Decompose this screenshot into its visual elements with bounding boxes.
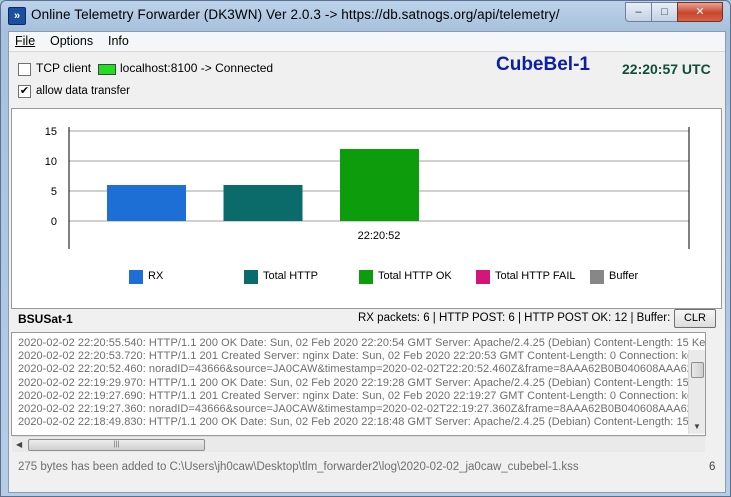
log-line: 2020-02-02 22:19:29.970: HTTP/1.1 200 OK… (18, 376, 706, 389)
y-tick-label: 0 (51, 216, 57, 228)
menu-options[interactable]: Options (50, 34, 93, 48)
menu-info-label: Info (108, 34, 129, 48)
allow-transfer-label: allow data transfer (36, 85, 130, 97)
legend-label: Total HTTP FAIL (495, 270, 576, 282)
log-horizontal-scroll-thumb[interactable]: ||| (28, 439, 205, 451)
maximize-button[interactable]: □ (651, 2, 678, 22)
stats-summary: RX packets: 6 | HTTP POST: 6 | HTTP POST… (358, 312, 680, 324)
x-category-label: 22:20:52 (358, 230, 401, 242)
menu-file[interactable]: File (15, 34, 35, 48)
y-tick-label: 15 (45, 126, 57, 138)
log-horizontal-scrollbar[interactable]: ◀ ||| (12, 436, 705, 452)
legend-label: RX (148, 270, 164, 282)
menu-file-label: File (15, 34, 36, 48)
stats-row: BSUSat-1 RX packets: 6 | HTTP POST: 6 | … (11, 309, 720, 329)
scroll-down-arrow-icon[interactable]: ▼ (693, 422, 701, 431)
window-title: Online Telemetry Forwarder (DK3WN) Ver 2… (31, 7, 560, 22)
legend-label: Total HTTP (263, 270, 319, 282)
bar-rx (107, 185, 186, 221)
log-line: 2020-02-02 22:20:55.540: HTTP/1.1 200 OK… (18, 337, 706, 349)
menu-bar: File Options Info (9, 32, 725, 52)
minimize-button[interactable]: – (625, 2, 652, 22)
chart-panel: 0 5 10 15 22:20:52 RX Total HTTP Total HTTP OK… (11, 108, 722, 309)
y-tick-label: 10 (45, 156, 57, 168)
legend-swatch (129, 270, 143, 284)
y-tick-label: 5 (51, 186, 57, 198)
legend-swatch (590, 270, 604, 284)
log-line: 2020-02-02 22:19:27.360: noradID=43666&s… (18, 403, 706, 415)
log-line: 2020-02-02 22:19:27.690: HTTP/1.1 201 Cr… (18, 389, 706, 402)
status-count: 6 (709, 461, 716, 473)
legend-label: Total HTTP OK (378, 270, 452, 282)
menu-options-label: Options (50, 34, 94, 48)
allow-transfer-checkbox[interactable]: ✔ (18, 85, 31, 98)
log-line: 2020-02-02 22:20:53.720: HTTP/1.1 201 Cr… (18, 350, 706, 363)
title-bar[interactable]: » Online Telemetry Forwarder (DK3WN) Ver… (1, 1, 730, 31)
tcp-client-label: TCP client (36, 61, 92, 75)
scroll-left-arrow-icon[interactable]: ◀ (16, 440, 22, 449)
legend-swatch (476, 270, 490, 284)
log-vertical-scrollbar[interactable]: ▼ (688, 350, 705, 434)
status-message: 275 bytes has been added to C:\Users\jh0… (18, 461, 579, 473)
app-window: » Online Telemetry Forwarder (DK3WN) Ver… (0, 0, 731, 497)
menu-info[interactable]: Info (108, 34, 129, 48)
satellite-name: CubeBel-1 (496, 54, 590, 75)
app-logo-icon: » (8, 7, 26, 25)
bar-total-http-ok (340, 149, 419, 221)
log-vertical-scroll-thumb[interactable] (691, 362, 704, 378)
log-line: 2020-02-02 22:20:52.460: noradID=43666&s… (18, 363, 706, 376)
log-panel[interactable]: 2020-02-02 22:20:55.540: HTTP/1.1 200 OK… (11, 332, 706, 436)
connection-status-indicator (98, 64, 116, 75)
status-bar: 275 bytes has been added to C:\Users\jh0… (16, 461, 718, 477)
client-area: File Options Info TCP client localhost:8… (8, 31, 726, 493)
log-line: 2020-02-02 22:18:49.830: HTTP/1.1 200 OK… (18, 416, 706, 429)
bar-total-http (223, 185, 303, 221)
legend-swatch (359, 270, 373, 284)
tcp-client-checkbox[interactable] (18, 63, 31, 76)
legend-label: Buffer (609, 270, 639, 282)
clear-button[interactable]: CLR (674, 309, 716, 328)
connection-status-label: localhost:8100 -> Connected (120, 61, 274, 75)
close-button[interactable]: ✕ (677, 2, 723, 22)
source-name: BSUSat-1 (18, 312, 73, 326)
utc-clock: 22:20:57 UTC (622, 61, 711, 77)
legend-swatch (244, 270, 258, 284)
